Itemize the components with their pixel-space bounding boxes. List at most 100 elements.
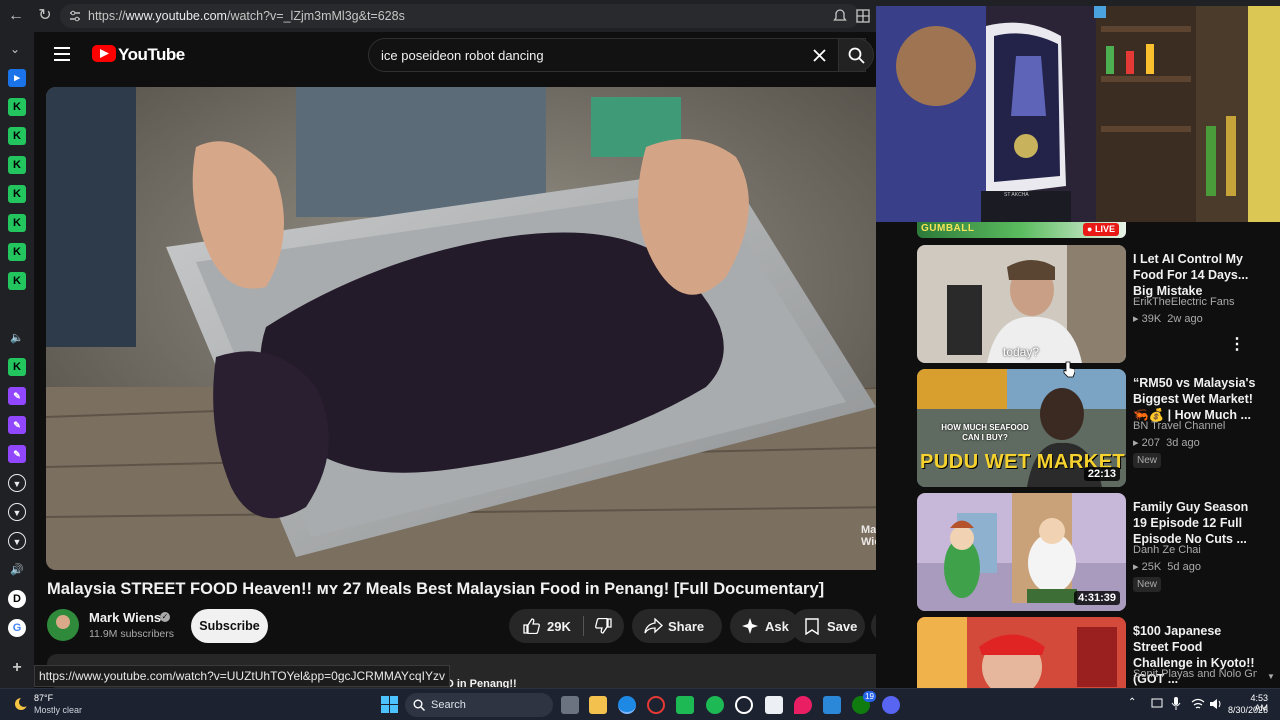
kick-tab-icon[interactable]: K xyxy=(8,272,26,290)
back-icon[interactable]: ← xyxy=(6,6,26,26)
download-tab-icon[interactable]: ▼ xyxy=(8,532,26,550)
wifi-icon[interactable] xyxy=(1191,698,1205,710)
youtube-logo-icon[interactable] xyxy=(92,45,116,62)
download-tab-icon[interactable]: ▼ xyxy=(8,503,26,521)
share-icon xyxy=(644,618,663,634)
d-app-tab-icon[interactable]: D xyxy=(8,590,26,608)
video-thumbnail[interactable]: 4:31:39 xyxy=(917,493,1126,611)
search-box[interactable]: ice poseideon robot dancing xyxy=(368,38,866,72)
live-badge: ● LIVE xyxy=(1083,223,1119,236)
kick-tab-icon[interactable]: K xyxy=(8,156,26,174)
maps-pin-icon[interactable] xyxy=(794,696,812,714)
video-duration: 22:13 xyxy=(1083,467,1120,481)
kick-tab-icon[interactable]: K xyxy=(8,214,26,232)
clock-date[interactable]: 8/30/2026 xyxy=(1228,705,1268,715)
search-button[interactable] xyxy=(838,38,874,72)
windows-taskbar: 87°F Mostly clear Search 19 ⌃ 4:53 AM 8/… xyxy=(0,688,1280,720)
recommendation-channel[interactable]: BN Travel Channel xyxy=(1133,420,1257,432)
sheets-icon[interactable] xyxy=(676,696,694,714)
share-button[interactable]: Share xyxy=(632,609,722,643)
notification-bell-icon[interactable] xyxy=(833,8,847,24)
clear-search-icon[interactable] xyxy=(813,49,826,62)
extensions-icon[interactable] xyxy=(856,9,870,23)
new-tab-icon[interactable]: + xyxy=(8,659,26,677)
display-icon[interactable] xyxy=(1151,698,1163,710)
recommendation-item[interactable]: $100 Japanese Street Food Challenge in K… xyxy=(917,617,1257,688)
webcam-image: ST AKCHA xyxy=(876,6,1280,222)
channel-avatar[interactable] xyxy=(47,609,79,641)
task-view-icon[interactable] xyxy=(561,696,579,714)
more-vertical-icon[interactable]: ⋮ xyxy=(1229,337,1245,353)
youtube-logo-text[interactable]: YouTube xyxy=(118,45,185,65)
kick-tab-icon[interactable]: K xyxy=(8,185,26,203)
reload-icon[interactable]: ↻ xyxy=(35,6,55,26)
kick-tab-icon[interactable]: K xyxy=(8,127,26,145)
subscribe-button[interactable]: Subscribe xyxy=(191,609,268,643)
chair-label: ST AKCHA xyxy=(1004,192,1029,198)
weather-temperature[interactable]: 87°F xyxy=(34,693,53,703)
discord-icon[interactable] xyxy=(882,696,900,714)
recommendation-channel[interactable]: Sonit Playas and Nolo Gm... xyxy=(1133,668,1257,680)
recommendation-meta: ▸ 25K 5d ago xyxy=(1133,561,1201,573)
views-icon: ▸ xyxy=(1133,561,1139,573)
divider xyxy=(583,616,584,636)
address-bar[interactable]: https://www.youtube.com/watch?v=_lZjm3mM… xyxy=(60,4,860,28)
microphone-icon[interactable] xyxy=(1171,697,1181,711)
weather-condition[interactable]: Mostly clear xyxy=(34,705,82,715)
channel-name[interactable]: Mark Wiens xyxy=(89,610,161,625)
thumbs-up-icon xyxy=(523,618,540,634)
muted-tab-icon[interactable]: 🔈 xyxy=(8,329,26,347)
audio-tab-icon[interactable]: 🔊 xyxy=(8,561,26,579)
thumbs-down-icon[interactable] xyxy=(595,618,612,634)
video-thumbnail[interactable]: HOW MUCH SEAFOOD CAN I BUY? PUDU WET MAR… xyxy=(917,369,1126,487)
recommendation-title[interactable]: I Let AI Control My Food For 14 Days... … xyxy=(1133,251,1257,299)
photos-icon[interactable] xyxy=(823,696,841,714)
notepad-icon[interactable] xyxy=(765,696,783,714)
twitch-tab-icon[interactable]: ✎ xyxy=(8,445,26,463)
thumbnail-caption: today? xyxy=(1003,345,1040,359)
site-settings-icon[interactable] xyxy=(68,9,82,23)
hand-cursor-icon xyxy=(1063,361,1075,378)
recommendation-item[interactable]: today? I Let AI Control My Food For 14 D… xyxy=(917,245,1257,363)
weather-moon-icon[interactable] xyxy=(12,695,30,713)
notification-count-badge: 19 xyxy=(863,691,876,702)
recommendation-item[interactable]: HOW MUCH SEAFOOD CAN I BUY? PUDU WET MAR… xyxy=(917,369,1257,487)
recommendation-channel[interactable]: ErikTheElectric Fans xyxy=(1133,296,1257,308)
edge-browser-icon[interactable] xyxy=(618,696,636,714)
kick-tab-icon[interactable]: K xyxy=(8,243,26,261)
search-input[interactable]: ice poseideon robot dancing xyxy=(381,48,544,63)
download-tab-icon[interactable]: ▼ xyxy=(8,474,26,492)
video-player[interactable]: Mark Wiens xyxy=(46,87,904,570)
collapse-tabs-icon[interactable]: ⌄ xyxy=(10,42,20,56)
stream-banner-text: GUMBALL xyxy=(921,223,975,234)
recommendation-title[interactable]: Family Guy Season 19 Episode 12 Full Epi… xyxy=(1133,499,1257,547)
app-icon[interactable] xyxy=(647,696,665,714)
stream-webcam-overlay: ST AKCHA xyxy=(876,6,1280,222)
tab-youtube-active[interactable]: ▸ xyxy=(8,69,26,87)
spotify-icon[interactable] xyxy=(706,696,724,714)
recommendation-item[interactable]: 4:31:39 Family Guy Season 19 Episode 12 … xyxy=(917,493,1257,611)
like-button[interactable]: 29K xyxy=(509,609,582,643)
save-button[interactable]: Save xyxy=(791,609,865,643)
volume-icon[interactable] xyxy=(1209,698,1223,710)
show-hidden-icons-icon[interactable]: ⌃ xyxy=(1128,697,1136,708)
kick-tab-icon[interactable]: K xyxy=(8,358,26,376)
obs-icon[interactable] xyxy=(735,696,753,714)
menu-icon[interactable] xyxy=(54,47,70,61)
twitch-tab-icon[interactable]: ✎ xyxy=(8,416,26,434)
scroll-down-arrow-icon[interactable]: ▼ xyxy=(1266,672,1276,682)
views-icon: ▸ xyxy=(1133,313,1139,325)
recommendation-channel[interactable]: Danh Ze Chai xyxy=(1133,544,1257,556)
file-explorer-icon[interactable] xyxy=(589,696,607,714)
video-thumbnail[interactable] xyxy=(917,617,1126,688)
video-thumbnail[interactable]: today? xyxy=(917,245,1126,363)
live-stream-thumbnail[interactable]: GUMBALL ● LIVE xyxy=(917,222,1126,238)
twitch-tab-icon[interactable]: ✎ xyxy=(8,387,26,405)
taskbar-search[interactable]: Search xyxy=(405,693,553,717)
ask-button[interactable]: Ask xyxy=(730,609,799,643)
windows-start-icon[interactable] xyxy=(381,696,398,713)
live-dot-icon: ● xyxy=(1087,224,1093,234)
kick-tab-icon[interactable]: K xyxy=(8,98,26,116)
google-tab-icon[interactable]: G xyxy=(8,619,26,637)
recommendation-title[interactable]: “RM50 vs Malaysia's Biggest Wet Market! … xyxy=(1133,375,1257,423)
